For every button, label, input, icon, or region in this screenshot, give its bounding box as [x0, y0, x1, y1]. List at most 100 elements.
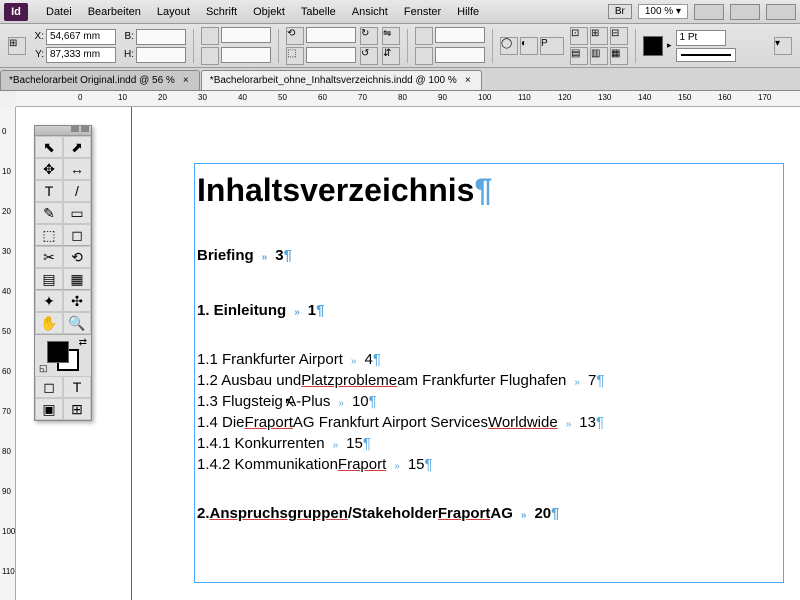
wrap-3-icon[interactable]: ⊟: [610, 27, 628, 45]
menu-schrift[interactable]: Schrift: [198, 3, 245, 21]
content-icon[interactable]: [415, 47, 433, 65]
tool-bottom1-0[interactable]: ◻: [35, 376, 63, 398]
container-icon[interactable]: [415, 27, 433, 45]
horizontal-ruler[interactable]: 0102030405060708090100110120130140150160…: [16, 91, 800, 107]
flip-v-icon[interactable]: ⇵: [382, 47, 400, 65]
fill-swatch[interactable]: [643, 36, 663, 56]
vertical-ruler[interactable]: 0102030405060708090100110120: [0, 107, 16, 600]
menu-objekt[interactable]: Objekt: [245, 3, 293, 21]
tool-row8-0[interactable]: ✦: [35, 290, 63, 312]
pilcrow-icon: ¶: [369, 393, 377, 410]
toc-entry: 1. Einleitung»1¶: [197, 302, 783, 319]
height-input[interactable]: [136, 47, 186, 63]
tool-row8-1[interactable]: ✣: [63, 290, 91, 312]
fill-color[interactable]: [47, 341, 69, 363]
shear-input[interactable]: [306, 47, 356, 63]
pilcrow-icon: ¶: [551, 505, 559, 522]
tool-row7-0[interactable]: ▤: [35, 268, 63, 290]
tool-row9-0[interactable]: ✋: [35, 312, 63, 334]
document-canvas[interactable]: Inhaltsverzeichnis¶ Briefing»3¶1. Einlei…: [16, 107, 800, 600]
close-icon[interactable]: ×: [463, 76, 473, 86]
menu-layout[interactable]: Layout: [149, 3, 198, 21]
tool-row4-1[interactable]: ▭: [63, 202, 91, 224]
toolbox-header[interactable]: [35, 126, 91, 136]
tab-arrow-icon: »: [394, 461, 400, 472]
width-input[interactable]: [136, 29, 186, 45]
shear-icon[interactable]: ⬚: [286, 47, 304, 65]
pilcrow-icon: ¶: [474, 172, 492, 208]
menu-ansicht[interactable]: Ansicht: [344, 3, 396, 21]
page-title: Inhaltsverzeichnis¶: [197, 172, 783, 209]
menubar: Id Datei Bearbeiten Layout Schrift Objek…: [0, 0, 800, 24]
stroke-weight-input[interactable]: [676, 30, 726, 46]
menu-fenster[interactable]: Fenster: [396, 3, 449, 21]
wrap-1-icon[interactable]: ⊡: [570, 27, 588, 45]
tool-row4-0[interactable]: ✎: [35, 202, 63, 224]
flip-h-icon[interactable]: ⇋: [382, 27, 400, 45]
pathfinder-2-icon[interactable]: ◐: [520, 37, 538, 55]
y-input[interactable]: [46, 47, 116, 63]
collapse-icon[interactable]: [71, 126, 79, 132]
close-icon[interactable]: ×: [181, 76, 191, 86]
view-options-icon[interactable]: [694, 4, 724, 20]
fill-stroke-swatch[interactable]: ⇄ ◱: [35, 334, 91, 376]
tool-row6-0[interactable]: ✂: [35, 246, 63, 268]
scale-y-icon[interactable]: [201, 47, 219, 65]
menu-bearbeiten[interactable]: Bearbeiten: [80, 3, 149, 21]
wrap-4-icon[interactable]: ▤: [570, 47, 588, 65]
wrap-5-icon[interactable]: ▥: [590, 47, 608, 65]
scale-x-input[interactable]: [221, 27, 271, 43]
tool-row1-1[interactable]: ⬈: [63, 136, 91, 158]
scale-y-input[interactable]: [221, 47, 271, 63]
default-colors-icon[interactable]: ◱: [39, 363, 48, 374]
arrange-icon[interactable]: [766, 4, 796, 20]
screen-mode-icon[interactable]: [730, 4, 760, 20]
tool-row3-0[interactable]: T: [35, 180, 63, 202]
swap-colors-icon[interactable]: ⇄: [79, 337, 87, 348]
text-frame[interactable]: Inhaltsverzeichnis¶ Briefing»3¶1. Einlei…: [194, 163, 784, 583]
x-label: X:: [30, 31, 44, 42]
pilcrow-icon: ¶: [596, 372, 604, 389]
pathfinder-1-icon[interactable]: ◯: [500, 37, 518, 55]
cx-input[interactable]: [435, 27, 485, 43]
x-input[interactable]: [46, 29, 116, 45]
tab-arrow-icon: »: [294, 307, 300, 318]
tool-bottom2-0[interactable]: ▣: [35, 398, 63, 420]
tab-arrow-icon: »: [333, 440, 339, 451]
swatch-arrow-icon[interactable]: ▸: [667, 40, 672, 51]
tool-row5-0[interactable]: ⬚: [35, 224, 63, 246]
scale-x-icon[interactable]: [201, 27, 219, 45]
menu-hilfe[interactable]: Hilfe: [449, 3, 487, 21]
tool-row5-1[interactable]: ◻: [63, 224, 91, 246]
rotate-icon[interactable]: ⟲: [286, 27, 304, 45]
rotate-input[interactable]: [306, 27, 356, 43]
stroke-style-preview[interactable]: [681, 54, 731, 56]
tab-bachelorarbeit-ohne-iv[interactable]: *Bachelorarbeit_ohne_Inhaltsverzeichnis.…: [201, 70, 482, 90]
tool-bottom2-1[interactable]: ⊞: [63, 398, 91, 420]
wrap-2-icon[interactable]: ⊞: [590, 27, 608, 45]
toc-entry: 1.4.2 Kommunikation Fraport»15¶: [197, 456, 783, 473]
menu-datei[interactable]: Datei: [38, 3, 80, 21]
wrap-6-icon[interactable]: ▦: [610, 47, 628, 65]
tool-row2-0[interactable]: ✥: [35, 158, 63, 180]
close-icon[interactable]: [81, 126, 89, 132]
zoom-level[interactable]: 100 % ▾: [638, 4, 688, 19]
reference-point-icon[interactable]: ⊞: [8, 37, 26, 55]
rotate-ccw-icon[interactable]: ↺: [360, 47, 378, 65]
toc-entry: 1.3 Flugsteig A-Plus»10¶: [197, 393, 783, 410]
tab-label: *Bachelorarbeit_ohne_Inhaltsverzeichnis.…: [210, 75, 457, 86]
tool-row3-1[interactable]: /: [63, 180, 91, 202]
panel-menu-icon[interactable]: ▾: [774, 37, 792, 55]
tab-bachelorarbeit-original[interactable]: *Bachelorarbeit Original.indd @ 56 % ×: [0, 70, 200, 90]
tool-row2-1[interactable]: ↔: [63, 158, 91, 180]
menu-tabelle[interactable]: Tabelle: [293, 3, 344, 21]
cy-input[interactable]: [435, 47, 485, 63]
tool-row6-1[interactable]: ⟲: [63, 246, 91, 268]
bridge-button[interactable]: Br: [608, 4, 632, 19]
tool-row7-1[interactable]: ▦: [63, 268, 91, 290]
rotate-cw-icon[interactable]: ↻: [360, 27, 378, 45]
text-mode-icon[interactable]: P: [540, 37, 564, 55]
tool-row1-0[interactable]: ⬉: [35, 136, 63, 158]
tool-bottom1-1[interactable]: T: [63, 376, 91, 398]
tool-row9-1[interactable]: 🔍: [63, 312, 91, 334]
